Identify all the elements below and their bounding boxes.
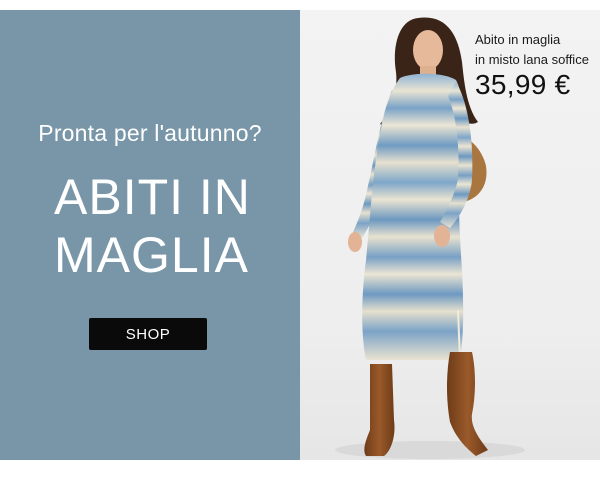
product-image-panel[interactable]: Abito in maglia in misto lana soffice 35…	[300, 10, 600, 460]
shop-button[interactable]: SHOP	[89, 318, 207, 350]
headline-line-1: ABITI IN	[54, 169, 251, 225]
right-boot	[447, 352, 488, 456]
floor-shadow	[335, 441, 525, 459]
promo-subtitle: Pronta per l'autunno?	[38, 120, 262, 146]
left-hand	[348, 232, 362, 252]
product-price: 35,99 €	[475, 69, 571, 100]
promo-text-panel: Pronta per l'autunno? ABITI IN MAGLIA SH…	[0, 10, 300, 460]
product-name-line-1: Abito in maglia	[475, 32, 561, 47]
promo-banner[interactable]: Pronta per l'autunno? ABITI IN MAGLIA SH…	[0, 10, 600, 460]
headline-line-2: MAGLIA	[54, 227, 249, 283]
promo-headline: ABITI IN MAGLIA	[54, 168, 294, 284]
right-hand	[434, 225, 450, 247]
left-boot	[364, 364, 395, 456]
product-name-line-2: in misto lana soffice	[475, 52, 589, 67]
face	[413, 30, 443, 70]
product-name: Abito in maglia in misto lana soffice	[475, 30, 600, 70]
